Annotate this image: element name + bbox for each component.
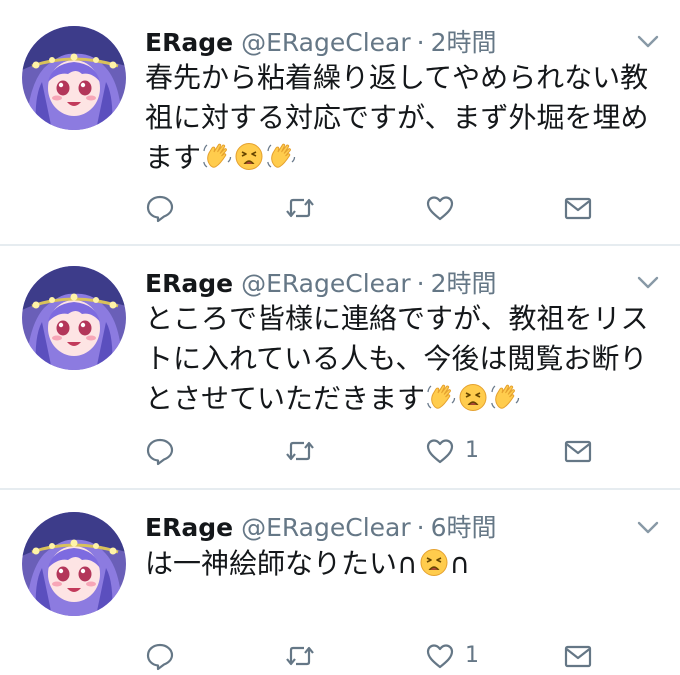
heart-icon: [425, 193, 455, 223]
direct-message-button[interactable]: [563, 640, 593, 672]
reply-button[interactable]: [145, 192, 175, 224]
timestamp[interactable]: 6時間: [431, 513, 497, 542]
direct-message-button[interactable]: [563, 435, 593, 467]
tired-face-icon: [458, 382, 488, 412]
direct-message-button[interactable]: [563, 192, 593, 224]
separator-dot: ·: [416, 28, 425, 57]
user-handle[interactable]: @ERageClear: [241, 513, 411, 542]
tweet-actions: 1: [145, 435, 625, 467]
like-button[interactable]: [425, 192, 465, 224]
mail-icon: [563, 193, 593, 223]
avatar[interactable]: [22, 26, 126, 130]
waving-hands-icon: [266, 141, 296, 171]
tweet-header: ERage @ERageClear · 6時間: [145, 510, 497, 546]
tweet-actions: 1: [145, 640, 625, 672]
tweet-text-line: とさせていただきます: [145, 379, 665, 419]
tweet-text: ところで皆様に連絡ですが、教祖をリス トに入れている人も、今後は閲覧お断り とさ…: [145, 299, 665, 419]
tweet-text: は一神絵師なりたい∩ ∩: [145, 544, 665, 584]
mail-icon: [563, 436, 593, 466]
separator-dot: ·: [416, 269, 425, 298]
tweet-text-segment: とさせていただきます: [145, 382, 426, 415]
tweet-text-line: ところで皆様に連絡ですが、教祖をリス: [145, 302, 649, 335]
retweet-button[interactable]: [285, 192, 315, 224]
tweet-divider: [0, 244, 680, 246]
waving-hands-icon: [490, 382, 520, 412]
reply-icon: [145, 436, 175, 466]
user-handle[interactable]: @ERageClear: [241, 28, 411, 57]
chevron-down-icon[interactable]: [636, 275, 660, 291]
timeline: ERage @ERageClear · 2時間 春先から粘着繰り返してやめられない教 …: [0, 0, 680, 675]
heart-icon: [425, 436, 455, 466]
display-name[interactable]: ERage: [145, 269, 233, 298]
chevron-down-icon[interactable]: [636, 520, 660, 536]
avatar[interactable]: [22, 512, 126, 616]
avatar[interactable]: [22, 266, 126, 370]
tweet-text-line: 祖に対する対応ですが、まず外堀を埋め: [145, 101, 649, 134]
retweet-icon: [285, 193, 315, 223]
display-name[interactable]: ERage: [145, 513, 233, 542]
retweet-icon: [285, 436, 315, 466]
tweet-text: 春先から粘着繰り返してやめられない教 祖に対する対応ですが、まず外堀を埋め ます: [145, 58, 665, 178]
tweet-text-line: 春先から粘着繰り返してやめられない教: [145, 61, 649, 94]
reply-button[interactable]: [145, 640, 175, 672]
tweet-text-segment: ∩: [449, 547, 471, 580]
tweet-text-line: は一神絵師なりたい∩ ∩: [145, 544, 665, 584]
tweet-text-segment: ます: [145, 141, 202, 174]
mail-icon: [563, 641, 593, 671]
display-name[interactable]: ERage: [145, 28, 233, 57]
tweet-actions: [145, 192, 625, 224]
chevron-down-icon[interactable]: [636, 34, 660, 50]
tweet-text-segment: は一神絵師なりたい∩: [145, 547, 418, 580]
tweet-header: ERage @ERageClear · 2時間: [145, 25, 497, 61]
tired-face-icon: [419, 547, 449, 577]
tweet-header: ERage @ERageClear · 2時間: [145, 266, 497, 302]
reply-button[interactable]: [145, 435, 175, 467]
user-handle[interactable]: @ERageClear: [241, 269, 411, 298]
tweet-divider: [0, 488, 680, 490]
like-button[interactable]: 1: [425, 435, 479, 467]
retweet-icon: [285, 641, 315, 671]
separator-dot: ·: [416, 513, 425, 542]
timestamp[interactable]: 2時間: [431, 269, 497, 298]
waving-hands-icon: [202, 141, 232, 171]
retweet-button[interactable]: [285, 435, 315, 467]
reply-icon: [145, 193, 175, 223]
like-count: 1: [465, 643, 479, 668]
tweet-text-line: トに入れている人も、今後は閲覧お断り: [145, 342, 648, 375]
tweet-text-line: ます: [145, 138, 665, 178]
like-count: 1: [465, 438, 479, 463]
waving-hands-icon: [426, 382, 456, 412]
tired-face-icon: [234, 141, 264, 171]
reply-icon: [145, 641, 175, 671]
like-button[interactable]: 1: [425, 640, 479, 672]
heart-icon: [425, 641, 455, 671]
timestamp[interactable]: 2時間: [431, 28, 497, 57]
retweet-button[interactable]: [285, 640, 315, 672]
